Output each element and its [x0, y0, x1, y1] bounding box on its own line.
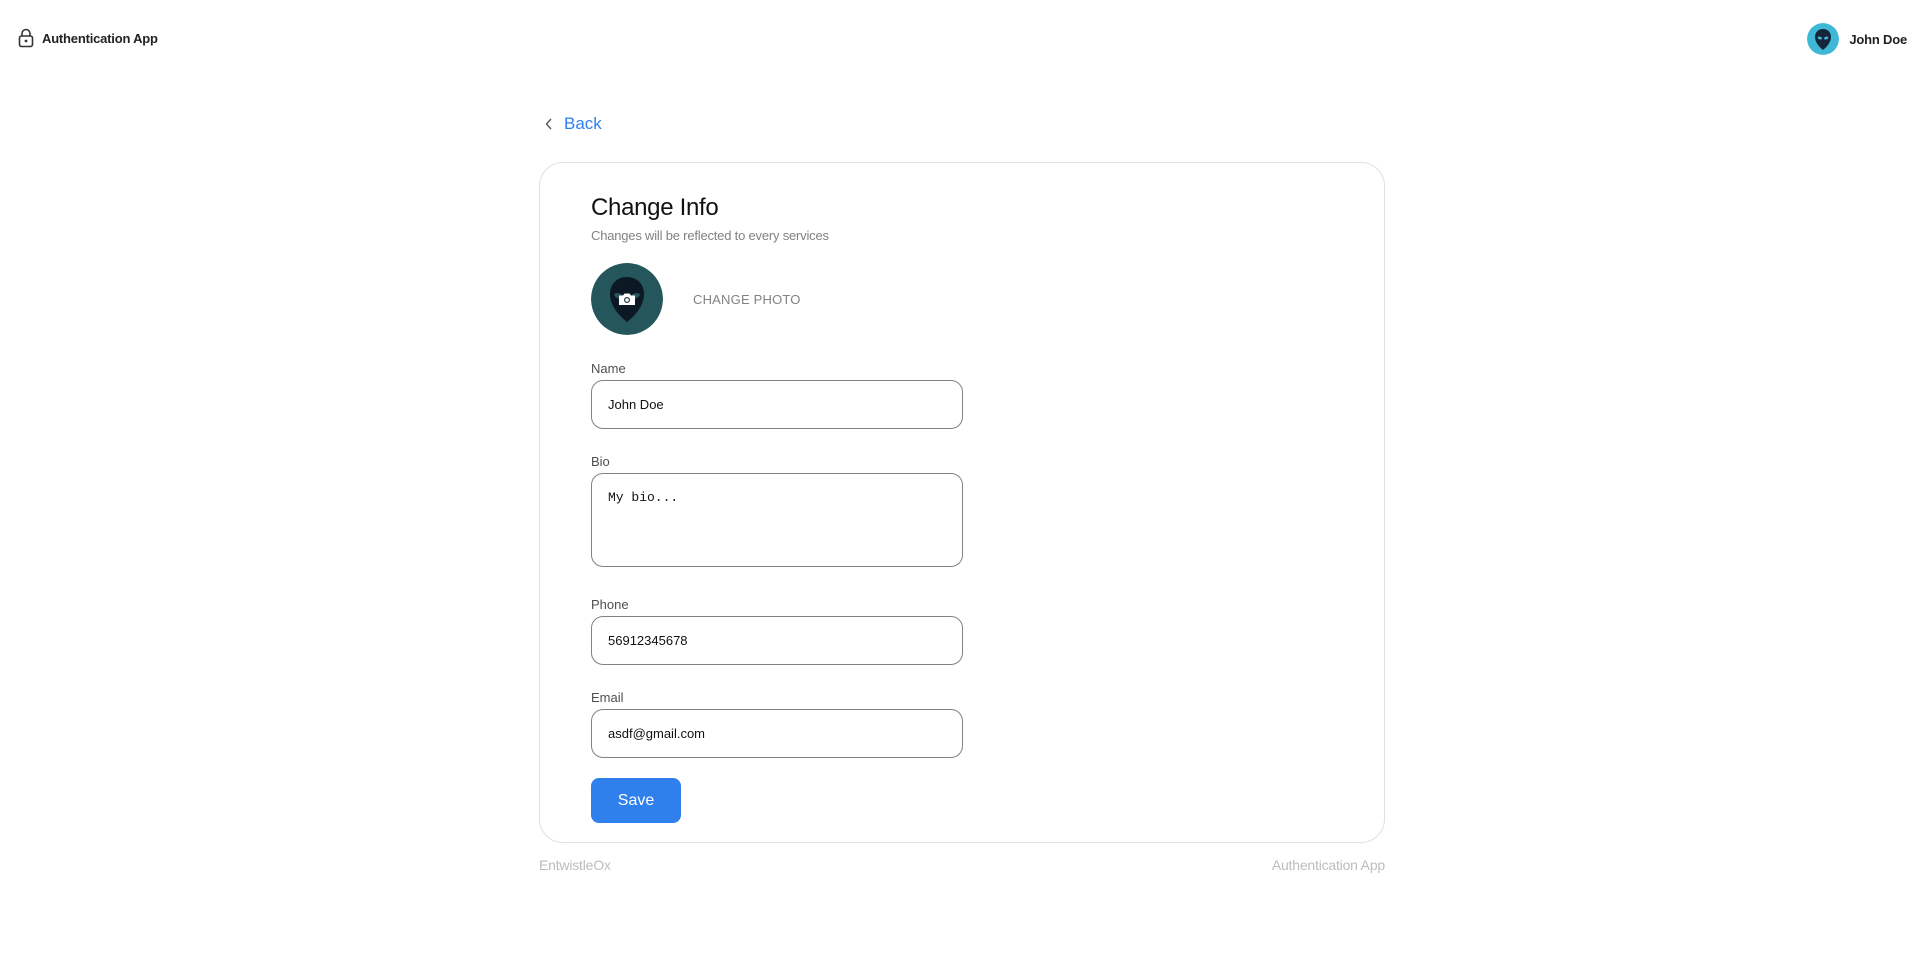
camera-icon [619, 293, 635, 305]
brand[interactable]: Authentication App [18, 28, 158, 48]
footer-credit: EntwistleOx [539, 857, 611, 873]
app-title: Authentication App [42, 30, 158, 46]
page-subtitle: Changes will be reflected to every servi… [591, 228, 829, 243]
name-input[interactable] [591, 380, 963, 429]
save-button[interactable]: Save [591, 778, 681, 823]
page-title: Change Info [591, 194, 719, 221]
bio-field: Bio My bio... [591, 454, 991, 572]
avatar [1807, 23, 1840, 55]
bio-label: Bio [591, 454, 610, 469]
email-input[interactable] [591, 709, 963, 758]
back-link[interactable]: Back [544, 114, 602, 134]
phone-field: Phone [591, 597, 991, 665]
phone-label: Phone [591, 597, 629, 612]
profile-photo[interactable] [591, 263, 663, 335]
top-bar: Authentication App John Doe [0, 0, 1917, 80]
change-info-card: Change Info Changes will be reflected to… [539, 162, 1385, 843]
user-name: John Doe [1849, 31, 1907, 47]
user-menu[interactable]: John Doe [1807, 23, 1907, 55]
change-photo-button[interactable]: CHANGE PHOTO [693, 292, 801, 307]
bio-textarea[interactable]: My bio... [591, 473, 963, 567]
chevron-left-icon [545, 118, 552, 130]
photo-row: CHANGE PHOTO [591, 263, 991, 335]
phone-input[interactable] [591, 616, 963, 665]
email-field: Email [591, 690, 991, 758]
lock-icon [18, 28, 34, 48]
email-label: Email [591, 690, 624, 705]
back-label: Back [564, 114, 602, 133]
footer-app-name: Authentication App [1271, 857, 1385, 873]
name-label: Name [591, 361, 626, 376]
name-field: Name [591, 361, 991, 429]
